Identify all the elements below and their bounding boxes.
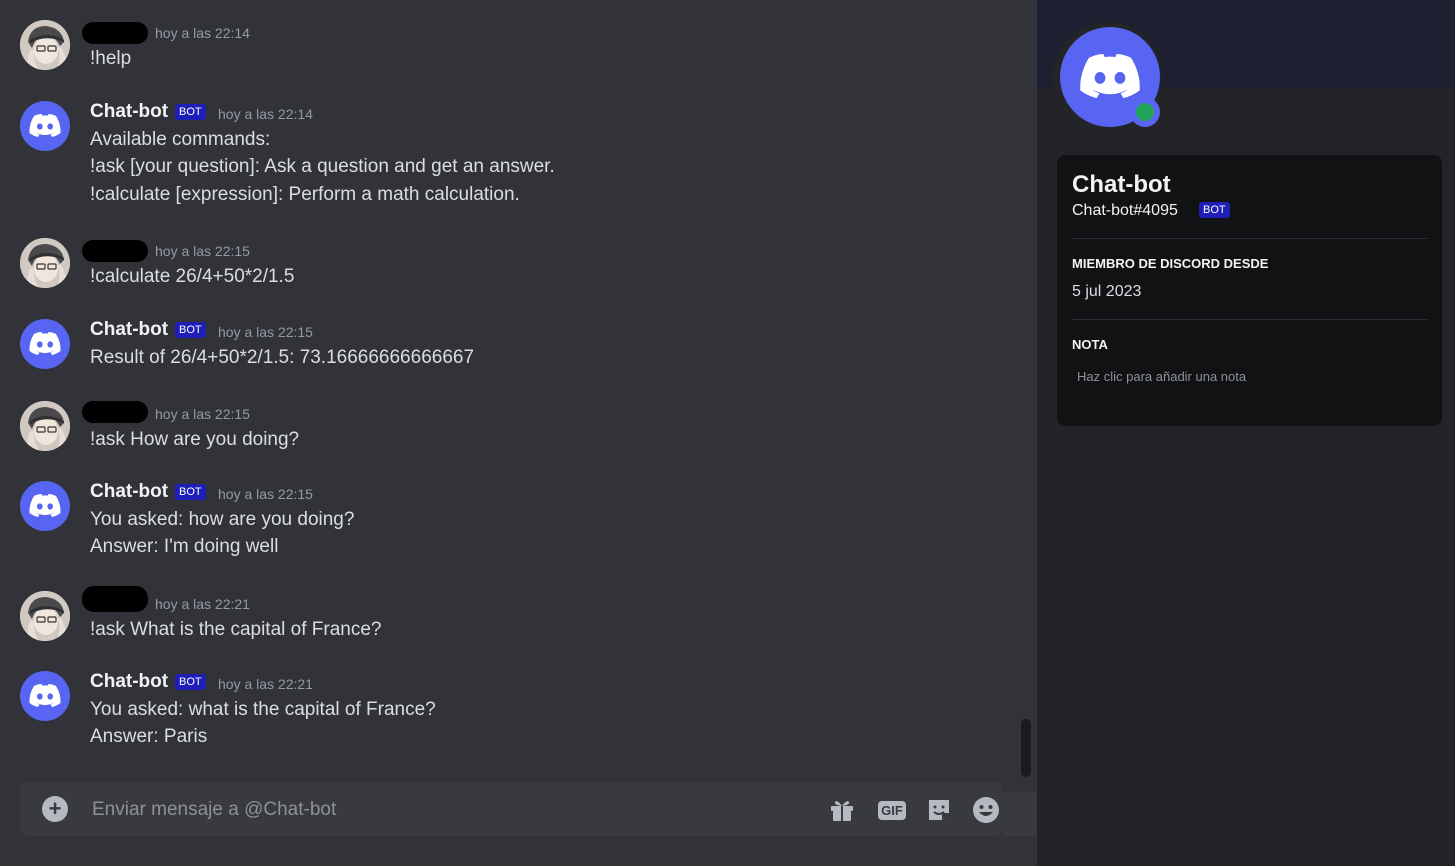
message-input[interactable] <box>90 790 794 830</box>
bot-avatar[interactable] <box>20 481 70 531</box>
discord-logo-icon <box>1080 54 1140 99</box>
message-timestamp: hoy a las 22:15 <box>155 406 250 422</box>
member-since-title: MIEMBRO DE DISCORD DESDE <box>1072 256 1269 271</box>
message-text: !ask How are you doing? <box>90 429 300 450</box>
profile-tag[interactable]: Chat-bot#4095 <box>1072 202 1178 220</box>
redacted-username <box>82 240 148 262</box>
message-text: Answer: Paris <box>90 726 208 747</box>
message-text: !ask [your question]: Ask a question and… <box>90 156 555 177</box>
discord-logo-icon <box>29 684 61 707</box>
gif-label: GIF <box>878 800 906 820</box>
chat-scrollbar[interactable] <box>1021 719 1031 777</box>
bot-badge: BOT <box>175 322 206 338</box>
message-timestamp: hoy a las 22:21 <box>218 676 313 692</box>
message-text: You asked: what is the capital of France… <box>90 699 436 720</box>
bot-badge: BOT <box>175 484 206 500</box>
bot-avatar[interactable] <box>20 319 70 369</box>
user-avatar[interactable] <box>20 591 70 641</box>
bot-badge: BOT <box>175 104 206 120</box>
bot-avatar[interactable] <box>20 671 70 721</box>
profile-panel: Chat-bot Chat-bot#4095 BOT MIEMBRO DE DI… <box>1037 0 1455 866</box>
user-avatar[interactable] <box>20 20 70 70</box>
message-text: !help <box>90 48 132 69</box>
message-timestamp: hoy a las 22:15 <box>218 324 313 340</box>
gift-icon[interactable] <box>828 796 856 824</box>
bot-badge: BOT <box>175 674 206 690</box>
message-timestamp: hoy a las 22:14 <box>155 25 250 41</box>
message-timestamp: hoy a las 22:21 <box>155 596 250 612</box>
online-status-icon <box>1136 103 1154 121</box>
bot-avatar[interactable] <box>20 101 70 151</box>
message-text: !ask What is the capital of France? <box>90 619 382 640</box>
note-title: NOTA <box>1072 337 1108 352</box>
user-avatar[interactable] <box>20 238 70 288</box>
message-composer: + GIF <box>20 782 1003 836</box>
redacted-username <box>82 22 148 44</box>
note-input[interactable] <box>1072 363 1429 389</box>
gif-icon[interactable]: GIF <box>876 796 908 824</box>
message-author[interactable]: Chat-bot <box>90 101 168 123</box>
discord-logo-icon <box>29 114 61 137</box>
message-timestamp: hoy a las 22:14 <box>218 106 313 122</box>
message-author[interactable]: Chat-bot <box>90 481 168 503</box>
composer-edge <box>1003 792 1037 836</box>
user-avatar[interactable] <box>20 401 70 451</box>
discord-logo-icon <box>29 332 61 355</box>
member-since-value: 5 jul 2023 <box>1072 283 1142 300</box>
message-text: Answer: I'm doing well <box>90 536 279 557</box>
message-timestamp: hoy a las 22:15 <box>155 243 250 259</box>
message-author[interactable]: Chat-bot <box>90 671 168 693</box>
message-text: You asked: how are you doing? <box>90 509 355 530</box>
message-author[interactable]: Chat-bot <box>90 319 168 341</box>
redacted-username <box>82 401 148 423</box>
message-text: Available commands: <box>90 129 271 150</box>
discord-logo-icon <box>29 494 61 517</box>
plus-circle-icon[interactable]: + <box>42 796 68 822</box>
redacted-username <box>82 586 148 612</box>
message-text: Result of 26/4+50*2/1.5: 73.166666666666… <box>90 347 475 368</box>
bot-badge: BOT <box>1199 202 1230 218</box>
profile-card: Chat-bot Chat-bot#4095 BOT MIEMBRO DE DI… <box>1057 155 1442 426</box>
emoji-icon[interactable] <box>972 796 1000 824</box>
divider <box>1072 319 1427 320</box>
sticker-icon[interactable] <box>925 796 953 824</box>
message-text: !calculate 26/4+50*2/1.5 <box>90 266 295 287</box>
message-timestamp: hoy a las 22:15 <box>218 486 313 502</box>
profile-name: Chat-bot <box>1072 171 1171 198</box>
chat-area: hoy a las 22:14 !help Chat-bot BOT hoy a… <box>0 0 1037 866</box>
message-text: !calculate [expression]: Perform a math … <box>90 184 520 205</box>
divider <box>1072 238 1427 239</box>
